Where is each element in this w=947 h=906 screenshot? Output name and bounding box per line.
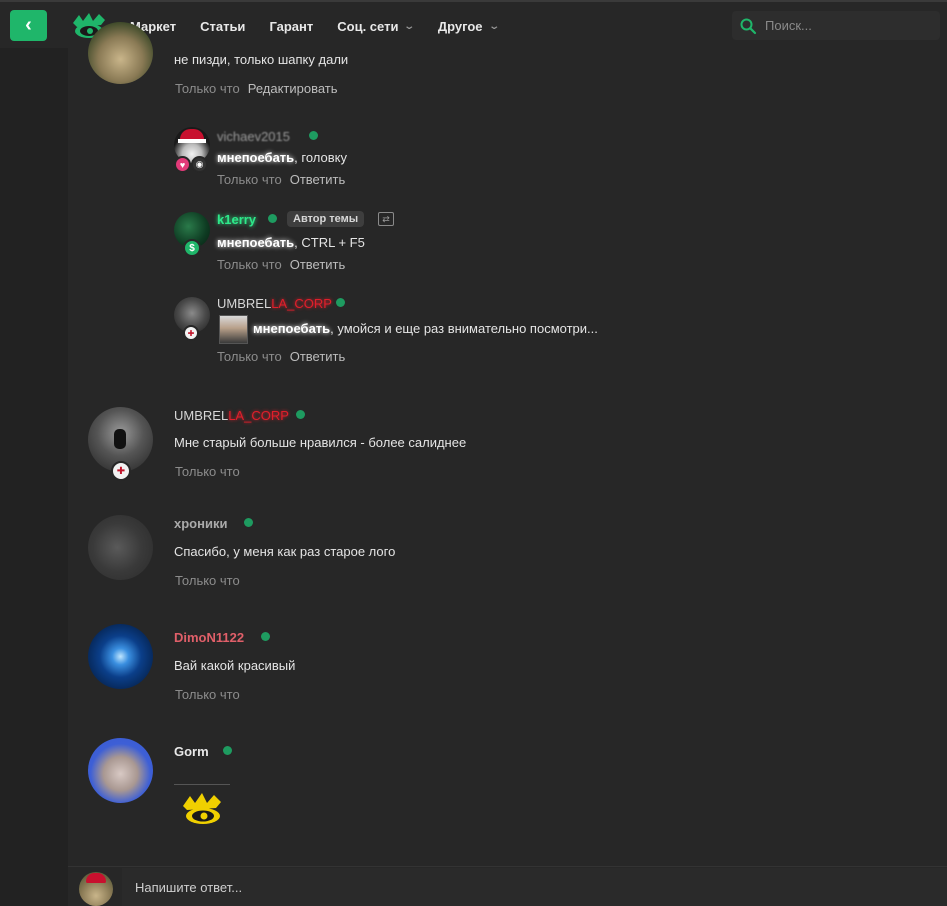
image-divider [174, 784, 230, 785]
comment-meta: Только что Ответить [217, 172, 345, 187]
dollar-badge-icon: $ [183, 239, 201, 257]
online-indicator [223, 746, 232, 755]
timestamp: Только что [175, 81, 240, 96]
translate-icon[interactable]: ⇄ [378, 212, 394, 226]
quote-thumbnail[interactable] [219, 315, 248, 344]
online-indicator [244, 518, 253, 527]
timestamp: Только что [175, 687, 240, 702]
avatar[interactable] [88, 624, 153, 689]
heart-badge-icon: ♥ [174, 156, 191, 173]
comment-meta: Только что Редактировать [175, 81, 338, 96]
username[interactable]: vichaev2015 [217, 129, 290, 144]
comment-meta: Только что [175, 687, 240, 702]
left-sidebar [0, 48, 68, 906]
umbrella-badge-icon: ✚ [111, 461, 131, 481]
online-indicator [268, 214, 277, 223]
timestamp: Только что [217, 349, 282, 364]
username[interactable]: DimoN1122 [174, 630, 244, 645]
online-indicator [336, 298, 345, 307]
avatar [79, 872, 113, 906]
comment-meta: Только что Ответить [217, 349, 345, 364]
comment-text: Вай какой красивый [174, 658, 296, 673]
timestamp: Только что [217, 257, 282, 272]
reply-link[interactable]: Ответить [290, 349, 346, 364]
back-button[interactable]: ‹ [10, 10, 47, 41]
online-indicator [261, 632, 270, 641]
nav-guarantor[interactable]: Гарант [269, 19, 313, 34]
comment-text: мнепоебать, умойся и еще раз внимательно… [253, 321, 598, 336]
mention[interactable]: мнепоебать [253, 321, 330, 336]
search-input[interactable] [765, 18, 935, 33]
avatar[interactable] [88, 515, 153, 580]
online-indicator [309, 131, 318, 140]
comment-text: не пизди, только шапку дали [174, 52, 349, 67]
mention[interactable]: мнепоебать [217, 235, 294, 250]
avatar[interactable] [88, 22, 153, 84]
comment-text: мнепоебать, CTRL + F5 [217, 235, 365, 250]
eye-badge-icon: ◉ [191, 156, 208, 173]
nav-other[interactable]: Другое ⌄ [438, 19, 500, 34]
mention[interactable]: мнепоебать [217, 150, 294, 165]
avatar[interactable] [88, 738, 153, 803]
nav-articles[interactable]: Статьи [200, 19, 245, 34]
username[interactable]: хроники [174, 516, 227, 531]
username[interactable]: k1erry [217, 212, 256, 227]
chevron-down-icon: ⌄ [487, 20, 500, 32]
nav-social[interactable]: Соц. сети ⌄ [337, 19, 416, 34]
comment-text: Спасибо, у меня как раз старое лого [174, 544, 396, 559]
comment-text: мнепоебать, головку [217, 150, 347, 165]
username[interactable]: Gorm [174, 744, 209, 759]
reply-link[interactable]: Ответить [290, 257, 346, 272]
reply-input[interactable] [122, 868, 947, 906]
timestamp: Только что [217, 172, 282, 187]
chevron-down-icon: ⌄ [403, 20, 416, 32]
online-indicator [296, 410, 305, 419]
chevron-left-icon: ‹ [25, 13, 32, 36]
timestamp: Только что [175, 464, 240, 479]
username[interactable]: UMBRELLA_CORP [174, 408, 289, 423]
comment-meta: Только что Ответить [217, 257, 345, 272]
author-tag: Автор темы [287, 211, 365, 227]
comment-text: Мне старый больше нравился - более салид… [174, 435, 467, 450]
search-icon [740, 18, 757, 34]
edit-link[interactable]: Редактировать [248, 81, 338, 96]
attached-logo-image[interactable] [179, 790, 225, 830]
comment-meta: Только что [175, 573, 240, 588]
comment-meta: Только что [175, 464, 240, 479]
umbrella-badge-icon: ✚ [183, 325, 199, 341]
reply-link[interactable]: Ответить [290, 172, 346, 187]
search-box [732, 11, 940, 40]
timestamp: Только что [175, 573, 240, 588]
username[interactable]: UMBRELLA_CORP [217, 296, 332, 311]
